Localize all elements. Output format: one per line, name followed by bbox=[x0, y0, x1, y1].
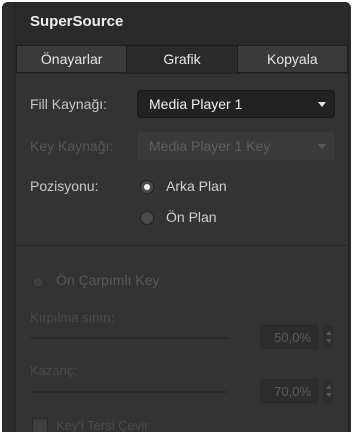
section-divider bbox=[16, 245, 348, 246]
chevron-down-icon bbox=[318, 102, 326, 107]
fill-source-select[interactable]: Media Player 1 bbox=[137, 90, 335, 118]
radio-foreground[interactable] bbox=[140, 211, 154, 225]
premultiplied-key-toggle[interactable] bbox=[32, 276, 44, 288]
supersource-panel: SuperSource Önayarlar Grafik Kopyala Fil… bbox=[15, 2, 349, 432]
radio-background-label: Arka Plan bbox=[166, 178, 227, 194]
supersource-window: SuperSource Önayarlar Grafik Kopyala Fil… bbox=[2, 2, 351, 432]
key-source-label: Key Kaynağı: bbox=[30, 138, 114, 154]
gain-stepper[interactable] bbox=[323, 380, 333, 402]
panel-header: SuperSource bbox=[16, 2, 348, 44]
fill-source-value: Media Player 1 bbox=[149, 96, 243, 112]
stepper-up-icon bbox=[326, 385, 332, 389]
chevron-down-icon bbox=[318, 144, 326, 149]
clip-slider[interactable] bbox=[30, 337, 228, 339]
gain-slider[interactable] bbox=[30, 391, 228, 393]
key-source-value: Media Player 1 Key bbox=[149, 138, 271, 154]
clip-stepper[interactable] bbox=[323, 326, 333, 348]
panel-title: SuperSource bbox=[30, 13, 124, 30]
tab-graphics[interactable]: Grafik bbox=[126, 45, 238, 73]
premultiplied-key-label: Ön Çarpımlı Key bbox=[56, 272, 160, 288]
key-source-select[interactable]: Media Player 1 Key bbox=[137, 132, 335, 160]
stepper-down-icon bbox=[326, 339, 332, 343]
gain-label: Kazanç: bbox=[30, 363, 77, 378]
clip-label: Kırpılma sınırı: bbox=[30, 310, 115, 325]
stepper-up-icon bbox=[326, 331, 332, 335]
fill-source-label: Fill Kaynağı: bbox=[30, 96, 108, 112]
position-label: Pozisyonu: bbox=[30, 178, 99, 194]
radio-background[interactable] bbox=[140, 180, 154, 194]
radio-foreground-label: Ön Plan bbox=[166, 209, 217, 225]
tab-copy[interactable]: Kopyala bbox=[236, 45, 348, 73]
tab-bar: Önayarlar Grafik Kopyala bbox=[16, 44, 348, 74]
gain-value-field[interactable]: 70,0% bbox=[260, 379, 318, 403]
stepper-down-icon bbox=[326, 393, 332, 397]
clip-value-field[interactable]: 50,0% bbox=[260, 325, 318, 349]
tab-presets[interactable]: Önayarlar bbox=[16, 45, 128, 73]
